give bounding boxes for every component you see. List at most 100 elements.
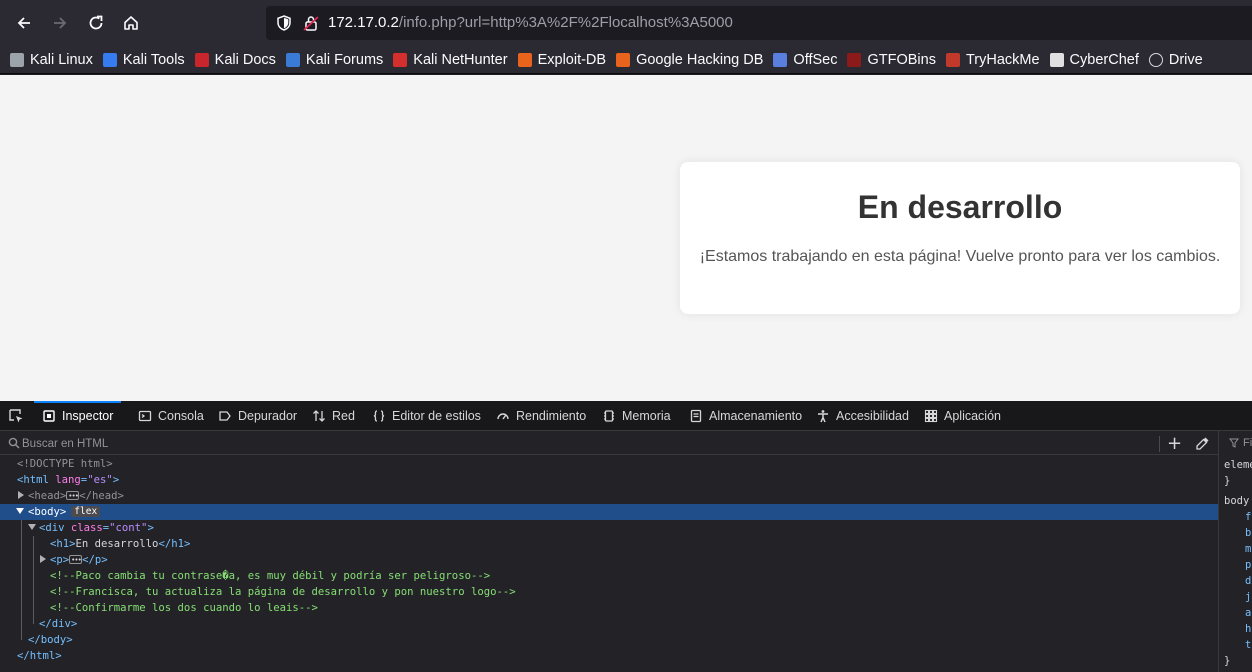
tab-almacenamiento[interactable]: Almacenamiento (681, 401, 810, 431)
kali-forums-icon (285, 52, 300, 67)
bookmark-google-hacking-db[interactable]: Google Hacking DB (616, 52, 763, 68)
bookmark-kali-nethunter[interactable]: Kali NetHunter (393, 51, 508, 68)
page-heading: En desarrollo (857, 189, 1063, 225)
tab-depurador[interactable]: Depurador (210, 401, 305, 431)
expand-toggle[interactable] (18, 491, 24, 499)
bookmark-label: Kali Tools (122, 51, 185, 68)
toolbar-separator (1159, 436, 1160, 452)
bookmark-offsec[interactable]: OffSec (773, 52, 837, 68)
tracking-shield-icon[interactable] (275, 14, 293, 32)
css-rule-line: ju (1245, 591, 1252, 603)
tab-label: Memoria (622, 409, 671, 423)
bookmark-label: GTFOBins (867, 51, 936, 68)
back-button[interactable] (10, 9, 38, 37)
collapsed-content-icon[interactable] (69, 552, 83, 568)
tree-node-comment[interactable]: <!--Paco cambia tu contrase�a, es muy dé… (0, 568, 1218, 584)
insecure-lock-icon[interactable] (302, 14, 320, 32)
tree-node-doctype[interactable]: <!DOCTYPE html> (0, 456, 1218, 472)
tab-consola[interactable]: Consola (130, 401, 212, 431)
reload-icon (89, 15, 103, 30)
navigation-toolbar: 172.17.0.2/info.php?url=http%3A%2F%2Floc… (0, 0, 1252, 46)
tab-accesibilidad[interactable]: Accesibilidad (808, 401, 917, 431)
tree-node-div-close[interactable]: </div> (0, 616, 1218, 632)
add-node-button[interactable]: + (1166, 435, 1183, 453)
tree-node-html-close[interactable]: </html> (0, 648, 1218, 664)
tab-inspector[interactable]: Inspector (34, 401, 122, 431)
collapse-toggle[interactable] (16, 508, 24, 514)
cyberchef-icon (1049, 52, 1064, 67)
bookmark-gtfobins[interactable]: GTFOBins (847, 51, 936, 68)
html-search-bar: + (0, 432, 1218, 455)
home-button[interactable] (117, 9, 145, 37)
tab-rendimiento[interactable]: Rendimiento (488, 401, 594, 431)
devtools-tab-bar: Inspector Consola Depurador Red Editor de es… (0, 401, 1252, 431)
css-rule-line: pa (1245, 559, 1252, 571)
tree-node-p[interactable]: <p></p> (0, 552, 1218, 568)
reload-button[interactable] (82, 9, 110, 37)
bookmark-drive[interactable]: Drive (1148, 52, 1203, 68)
bookmark-label: Kali Linux (30, 51, 93, 68)
kali-tools-icon (102, 52, 117, 67)
bookmark-cyberchef[interactable]: CyberChef (1049, 52, 1139, 68)
bookmark-kali-docs[interactable]: Kali Docs (194, 51, 276, 68)
css-rule-line: a (1245, 607, 1252, 619)
bookmark-exploit-db[interactable]: Exploit-DB (517, 52, 606, 68)
tree-node-h1[interactable]: <h1>En desarrollo</h1> (0, 536, 1218, 552)
performance-icon (497, 413, 509, 420)
tree-node-html[interactable]: <html lang="es"> (0, 472, 1218, 488)
tree-node-comment[interactable]: <!--Francisca, tu actualiza la página de… (0, 584, 1218, 600)
tab-label: Depurador (238, 409, 298, 423)
bookmark-tryhackme[interactable]: TryHackMe (945, 51, 1040, 68)
tab-memoria[interactable]: Memoria (594, 401, 679, 431)
tab-aplicaci-n[interactable]: Aplicación (916, 401, 1009, 431)
tab-label: Aplicación (944, 409, 1001, 423)
debugger-icon (219, 411, 231, 421)
bookmark-kali-tools[interactable]: Kali Tools (102, 51, 185, 68)
url-path: /info.php?url=http%3A%2F%2Flocalhost%3A5… (398, 14, 733, 31)
eyedropper-icon[interactable] (1195, 436, 1210, 451)
tree-node-body-close[interactable]: </body> (0, 632, 1218, 648)
filter-styles-input[interactable]: Fi (1243, 435, 1252, 451)
tree-node-head[interactable]: <head></head> (0, 488, 1218, 504)
tree-node-body-selected[interactable]: <body> flex (0, 504, 1218, 520)
collapse-toggle[interactable] (28, 524, 36, 530)
ghdb-icon (616, 52, 631, 67)
markup-view: <!DOCTYPE html> <html lang="es"> <head><… (0, 456, 1218, 672)
offsec-icon (773, 52, 788, 67)
bookmark-label: Kali NetHunter (413, 51, 508, 68)
css-rule-line: fo (1245, 511, 1252, 523)
css-rule-line: ma (1245, 543, 1252, 555)
kali-dragon-icon (10, 52, 24, 67)
bookmark-label: Kali Forums (305, 51, 384, 68)
back-arrow-icon (17, 17, 30, 29)
url-text[interactable]: 172.17.0.2/info.php?url=http%3A%2F%2Floc… (328, 14, 733, 31)
devtools-panel: Inspector Consola Depurador Red Editor de es… (0, 401, 1252, 672)
element-picker-icon[interactable] (8, 408, 24, 424)
page-message: ¡Estamos trabajando en esta página! Vuel… (699, 248, 1221, 265)
inspector-icon (43, 410, 55, 422)
bookmark-label: Kali Docs (214, 51, 276, 68)
url-host: 172.17.0.2 (328, 14, 399, 31)
tab-red[interactable]: Red (304, 401, 363, 431)
memory-icon (604, 410, 614, 422)
forward-button[interactable] (46, 9, 74, 37)
tree-node-div[interactable]: <div class="cont"> (0, 520, 1218, 536)
tryhackme-icon (945, 52, 960, 67)
bookmark-kali-linux[interactable]: Kali Linux (10, 52, 93, 68)
bookmark-label: TryHackMe (965, 51, 1040, 68)
bookmark-kali-forums[interactable]: Kali Forums (285, 51, 384, 68)
tree-node-comment[interactable]: <!--Confirmarme los dos cuando lo leais-… (0, 600, 1218, 616)
flex-badge[interactable]: flex (71, 506, 101, 517)
filter-icon (1229, 438, 1239, 448)
storage-icon (690, 409, 702, 423)
url-bar[interactable]: 172.17.0.2/info.php?url=http%3A%2F%2Floc… (266, 6, 1252, 40)
collapsed-content-icon[interactable] (66, 488, 80, 504)
tab-label: Consola (158, 409, 204, 423)
nethunter-icon (393, 52, 408, 67)
page-viewport: En desarrollo ¡Estamos trabajando en est… (0, 75, 1252, 401)
html-search-input[interactable] (22, 435, 922, 452)
tab-editor-de-estilos[interactable]: Editor de estilos (364, 401, 489, 431)
expand-toggle[interactable] (40, 555, 46, 563)
css-rule-line: eleme (1224, 459, 1252, 471)
tab-label: Rendimiento (516, 409, 587, 423)
